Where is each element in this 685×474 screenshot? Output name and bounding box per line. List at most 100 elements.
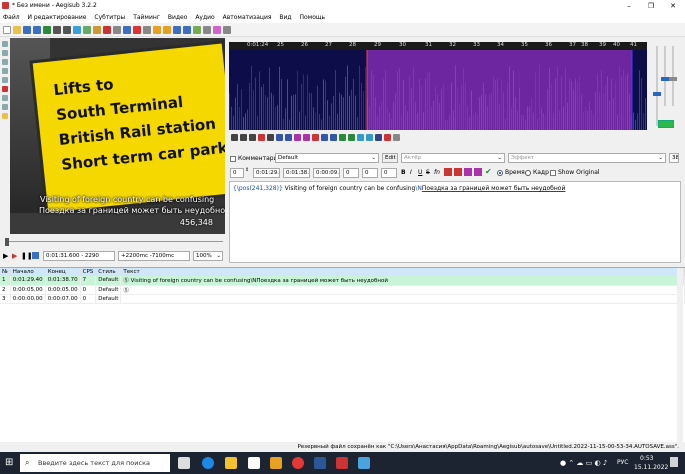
app2-icon[interactable] (358, 457, 370, 469)
clip-tool-icon[interactable] (2, 86, 8, 92)
zoom-out-icon[interactable] (163, 25, 171, 34)
play-before-icon[interactable] (276, 133, 283, 141)
video-seek-slider[interactable] (3, 238, 225, 246)
secondary-color-icon[interactable] (454, 168, 462, 176)
styles-manager-icon[interactable] (83, 25, 91, 34)
save-as-icon[interactable] (33, 25, 41, 34)
menu-file[interactable]: Файл (0, 12, 23, 23)
menu-video[interactable]: Видео (165, 12, 191, 23)
play-icon[interactable]: ▶ (3, 252, 8, 260)
col-start[interactable]: Начало (10, 268, 46, 276)
aegisub-taskbar-icon[interactable] (336, 457, 348, 469)
horizontal-zoom-thumb[interactable] (653, 92, 661, 96)
vector-clip-tool-icon[interactable] (2, 95, 8, 101)
menu-edit[interactable]: И редактирование (25, 12, 90, 23)
autoscroll-audio-icon[interactable] (366, 133, 373, 141)
video-display[interactable]: Lifts to South Terminal British Rail sta… (10, 38, 225, 234)
commit-icon[interactable] (339, 133, 346, 141)
file-explorer-icon[interactable] (225, 457, 237, 469)
volume-thumb[interactable] (669, 77, 677, 81)
store-icon[interactable] (248, 457, 260, 469)
margin-left-field[interactable]: 0 (343, 168, 359, 178)
autoscroll-icon[interactable] (32, 252, 39, 259)
help-icon[interactable] (223, 25, 231, 34)
resample-icon[interactable] (113, 25, 121, 34)
open-file-icon[interactable] (13, 25, 21, 34)
time-radio[interactable] (497, 169, 503, 176)
lead-in-icon[interactable] (321, 133, 328, 141)
close-button[interactable]: ✕ (664, 1, 682, 11)
commit-check-icon[interactable]: ✔ (485, 167, 492, 176)
find-icon[interactable] (173, 25, 181, 34)
subtitle-text-editor[interactable]: {\pos(241,328)} Visiting of foreign coun… (229, 181, 681, 263)
effect-select[interactable]: Эффект ⌄ (508, 153, 666, 163)
rotate-xy-tool-icon[interactable] (2, 68, 8, 74)
bold-button[interactable]: B (401, 169, 406, 176)
horizontal-zoom-track[interactable] (656, 46, 658, 126)
col-number[interactable]: № (0, 268, 11, 276)
margin-right-field[interactable]: 0 (362, 168, 378, 178)
clock-time[interactable]: 0:53 (640, 455, 653, 462)
menu-view[interactable]: Вид (276, 12, 294, 23)
new-file-icon[interactable] (3, 25, 11, 34)
col-cps[interactable]: CPS (80, 268, 97, 276)
col-text[interactable]: Текст (120, 268, 685, 276)
standard-tool-icon[interactable] (2, 41, 8, 47)
show-original-checkbox[interactable] (550, 169, 556, 176)
chrome-icon[interactable] (292, 457, 304, 469)
help-tool-icon[interactable] (2, 113, 8, 119)
underline-button[interactable]: U (418, 169, 422, 176)
timing-postprocessor-icon[interactable] (123, 25, 131, 34)
karaoke-icon[interactable] (384, 133, 391, 141)
fonts-icon[interactable] (73, 25, 81, 34)
keyboard-language[interactable]: РУС (617, 459, 628, 466)
table-row[interactable]: 2 0:00:05.00 0:00:05.00 0 Default Ⓢ (0, 285, 685, 295)
col-end[interactable]: Конец (45, 268, 81, 276)
frame-radio[interactable] (525, 169, 531, 176)
move-tool-icon[interactable] (2, 104, 8, 110)
drag-tool-icon[interactable] (2, 50, 8, 56)
font-button[interactable]: fn (434, 169, 440, 176)
maximize-button[interactable]: ❐ (642, 1, 660, 11)
spectrum-mode-icon[interactable] (357, 133, 364, 141)
taskbar-search-input[interactable]: ⌕ Введите здесь текст для поиска (20, 454, 170, 472)
next-line-icon[interactable] (240, 133, 247, 141)
end-time-field[interactable]: 0:01:38.70 (283, 168, 310, 178)
save-icon[interactable] (23, 25, 31, 34)
outline-color-icon[interactable] (464, 168, 472, 176)
audio-spectrum[interactable] (229, 42, 647, 130)
start-time-field[interactable]: 0:01:29.40 (253, 168, 280, 178)
play-first-500ms-icon[interactable] (294, 133, 301, 141)
translation-icon[interactable] (103, 25, 111, 34)
tray-icons[interactable]: ● ⌃ ☁ ▭ ◐ ♪ (560, 459, 607, 467)
prev-line-icon[interactable] (231, 133, 238, 141)
play-selection-icon[interactable] (249, 133, 256, 141)
clock-date[interactable]: 15.11.2022 (634, 464, 668, 471)
zoom-select[interactable]: 100% ⌄ (193, 251, 223, 261)
automation-icon[interactable] (203, 25, 211, 34)
seek-thumb[interactable] (5, 238, 9, 246)
open-audio-icon[interactable] (53, 25, 61, 34)
table-row[interactable]: 1 0:01:29.40 0:01:38.70 7 Default Ⓢ Visi… (0, 276, 685, 286)
zoom-in-icon[interactable] (153, 25, 161, 34)
layer-spin-icon[interactable]: ⇕ (245, 167, 249, 173)
minimize-button[interactable]: – (620, 1, 638, 11)
edit-style-button[interactable]: Edit (382, 153, 398, 163)
play-to-end-icon[interactable] (312, 133, 319, 141)
play-last-500ms-icon[interactable] (303, 133, 310, 141)
properties-icon[interactable] (63, 25, 71, 34)
volume-track[interactable] (672, 46, 674, 106)
vertical-zoom-track[interactable] (664, 46, 666, 106)
menu-automation[interactable]: Автоматизация (220, 12, 275, 23)
video-time-field[interactable]: 0:01:31.600 - 2290 (43, 251, 115, 261)
layer-field[interactable]: 0 (230, 168, 244, 178)
rotate-z-tool-icon[interactable] (2, 59, 8, 65)
spellcheck-icon[interactable] (193, 25, 201, 34)
link-volume-icon[interactable] (658, 120, 674, 128)
shadow-color-icon[interactable] (474, 168, 482, 176)
menu-timing[interactable]: Тайминг (130, 12, 163, 23)
col-style[interactable]: Стиль (95, 268, 122, 276)
stop-icon[interactable] (267, 133, 274, 141)
duration-field[interactable]: 0:00:09.30 (313, 168, 340, 178)
menu-subtitles[interactable]: Субтитры (91, 12, 128, 23)
